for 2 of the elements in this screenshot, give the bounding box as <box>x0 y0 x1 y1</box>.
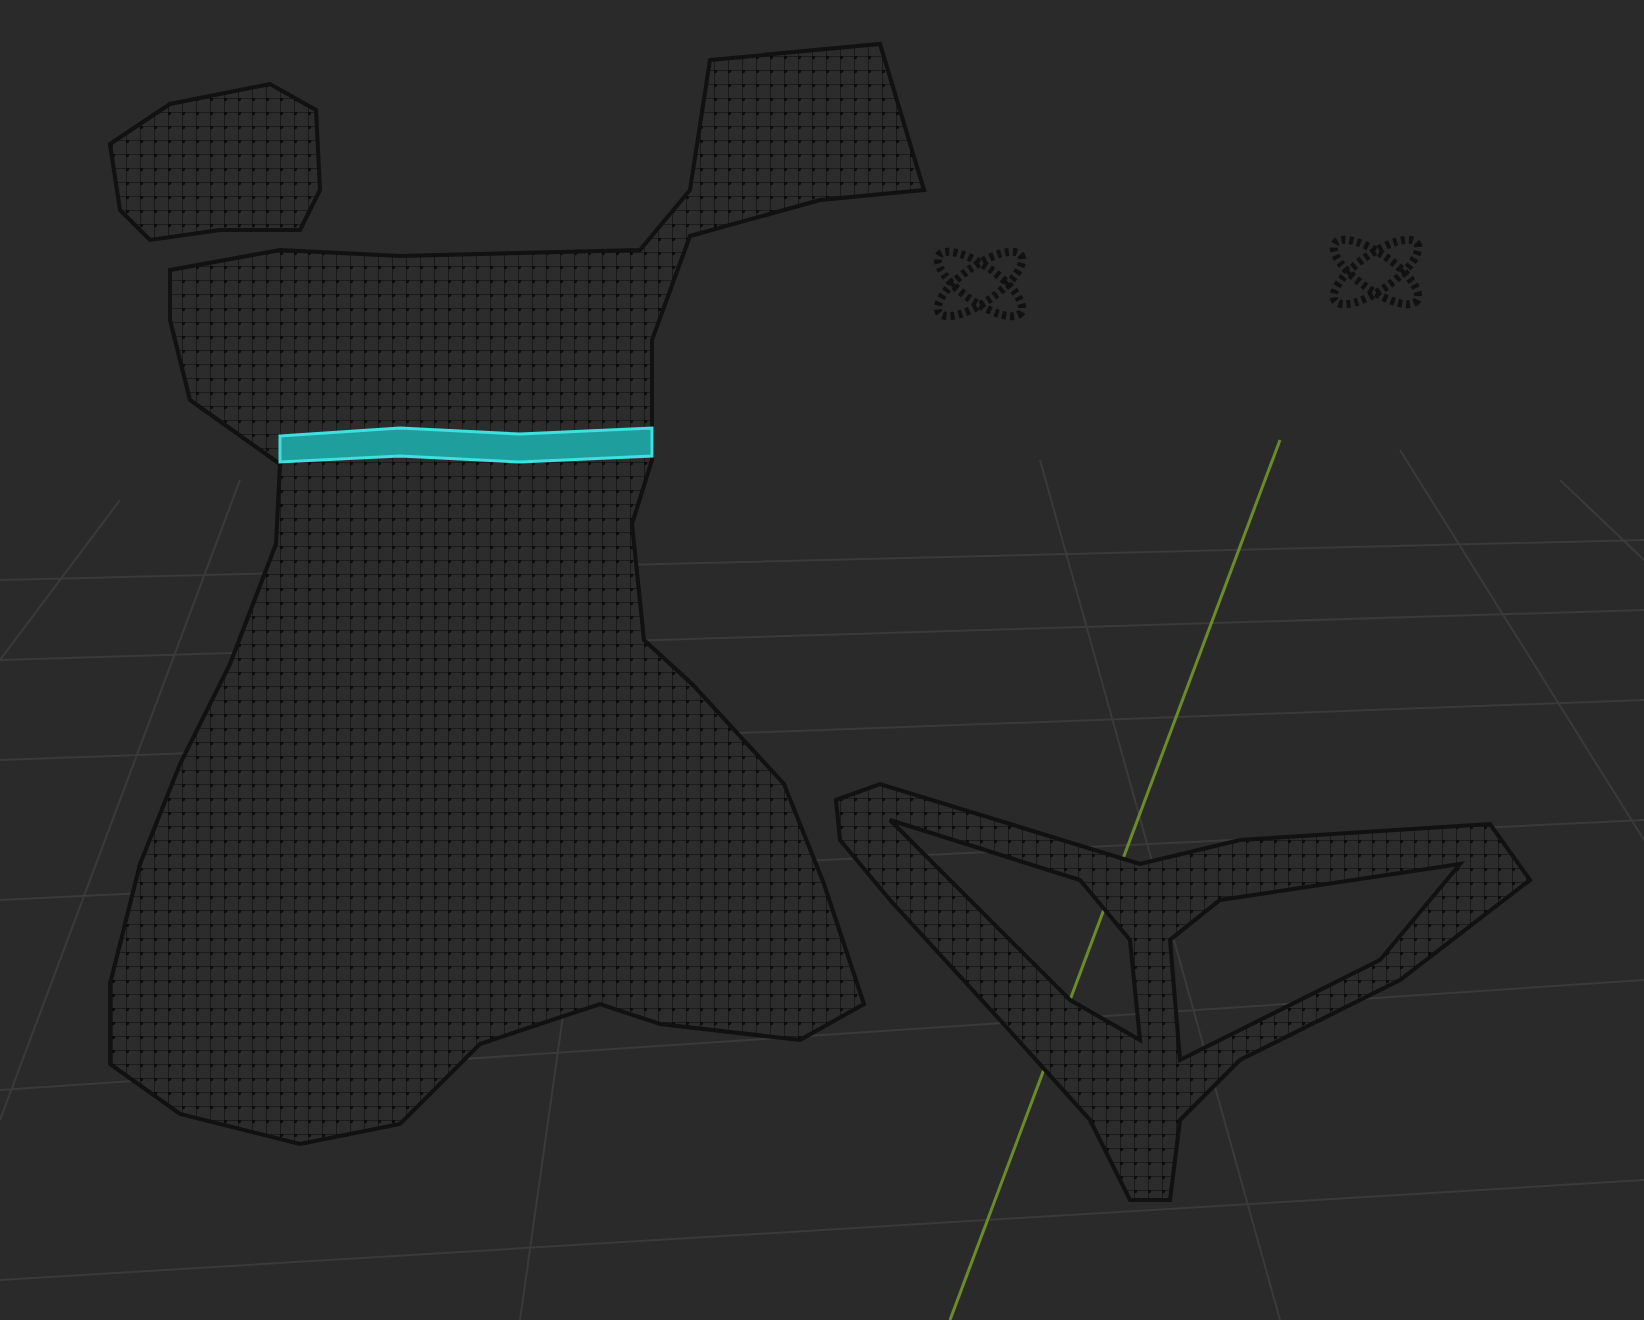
ring-mesh-drawing <box>933 247 1027 321</box>
ring-mesh-drawing <box>1329 235 1423 309</box>
